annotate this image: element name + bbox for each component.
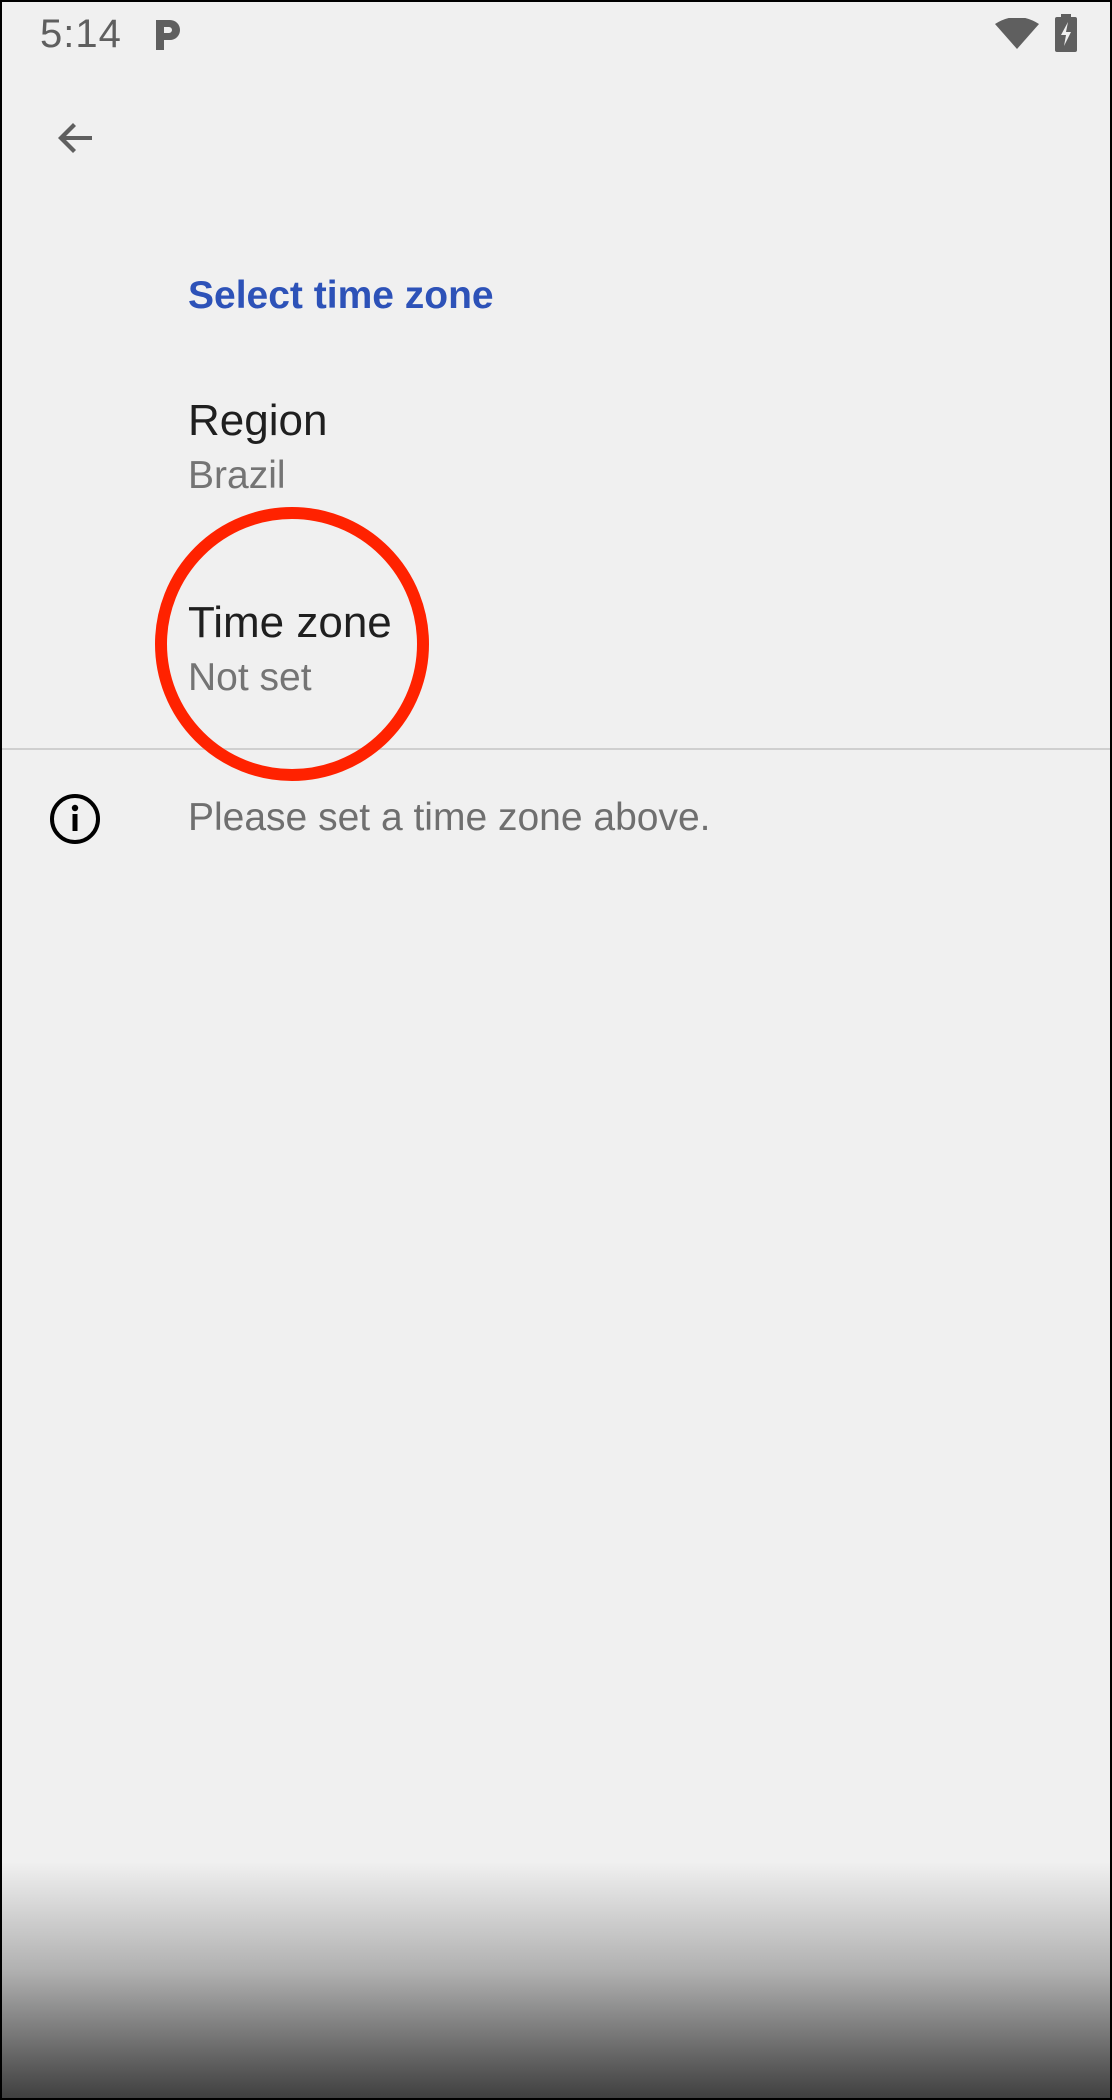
wifi-icon	[995, 18, 1039, 49]
section-header: Select time zone	[188, 274, 494, 317]
time-zone-title: Time zone	[188, 598, 392, 647]
region-preference[interactable]: Region Brazil	[2, 378, 1110, 518]
p-notification-icon	[156, 20, 180, 50]
time-zone-summary: Not set	[188, 656, 312, 699]
region-summary: Brazil	[188, 454, 286, 497]
screen: 5:14 Select time zone Region Brazil Time…	[0, 0, 1112, 2100]
footer-info-text: Please set a time zone above.	[188, 796, 711, 839]
back-button[interactable]	[36, 98, 116, 178]
battery-charging-icon	[1055, 14, 1077, 52]
bottom-shade	[2, 1862, 1110, 2098]
time-zone-preference[interactable]: Time zone Not set	[2, 580, 1110, 720]
status-bar: 5:14	[2, 2, 1110, 72]
status-time: 5:14	[40, 12, 122, 56]
region-title: Region	[188, 396, 328, 445]
divider	[2, 748, 1110, 750]
back-arrow-icon	[58, 123, 92, 153]
info-icon	[50, 794, 100, 844]
